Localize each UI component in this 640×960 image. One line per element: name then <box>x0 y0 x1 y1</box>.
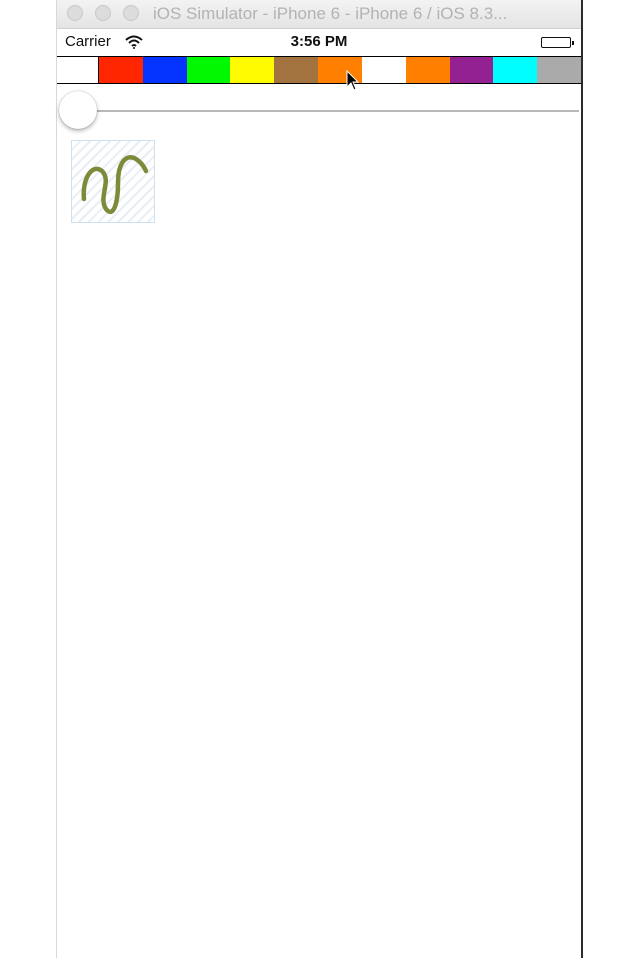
brush-preview-thumbnail <box>71 140 155 223</box>
brush-size-slider-thumb[interactable] <box>59 91 97 129</box>
ios-status-bar: Carrier 3:56 PM <box>57 29 581 56</box>
status-time: 3:56 PM <box>290 33 348 50</box>
simulator-window: iOS Simulator - iPhone 6 - iPhone 6 / iO… <box>56 0 583 958</box>
color-swatch-11[interactable] <box>537 57 581 83</box>
color-swatch-8[interactable] <box>405 57 450 83</box>
zoom-window-button[interactable] <box>123 5 139 21</box>
window-titlebar: iOS Simulator - iPhone 6 - iPhone 6 / iO… <box>57 0 581 29</box>
color-swatch-2[interactable] <box>142 57 187 83</box>
color-swatch-7[interactable] <box>361 57 406 83</box>
color-swatch-1[interactable] <box>99 57 143 83</box>
battery-icon <box>541 37 574 48</box>
brush-size-slider-track[interactable] <box>77 110 579 112</box>
minimize-window-button[interactable] <box>95 5 111 21</box>
color-swatch-9[interactable] <box>449 57 494 83</box>
window-title: iOS Simulator - iPhone 6 - iPhone 6 / iO… <box>153 4 508 23</box>
close-window-button[interactable] <box>67 5 83 21</box>
color-palette <box>57 56 581 84</box>
stroke-preview <box>81 155 149 214</box>
palette-blank-cell <box>57 57 99 83</box>
color-swatch-10[interactable] <box>493 57 538 83</box>
color-swatch-5[interactable] <box>274 57 319 83</box>
mouse-cursor-icon <box>346 69 360 97</box>
color-swatch-4[interactable] <box>230 57 275 83</box>
color-swatch-3[interactable] <box>186 57 231 83</box>
